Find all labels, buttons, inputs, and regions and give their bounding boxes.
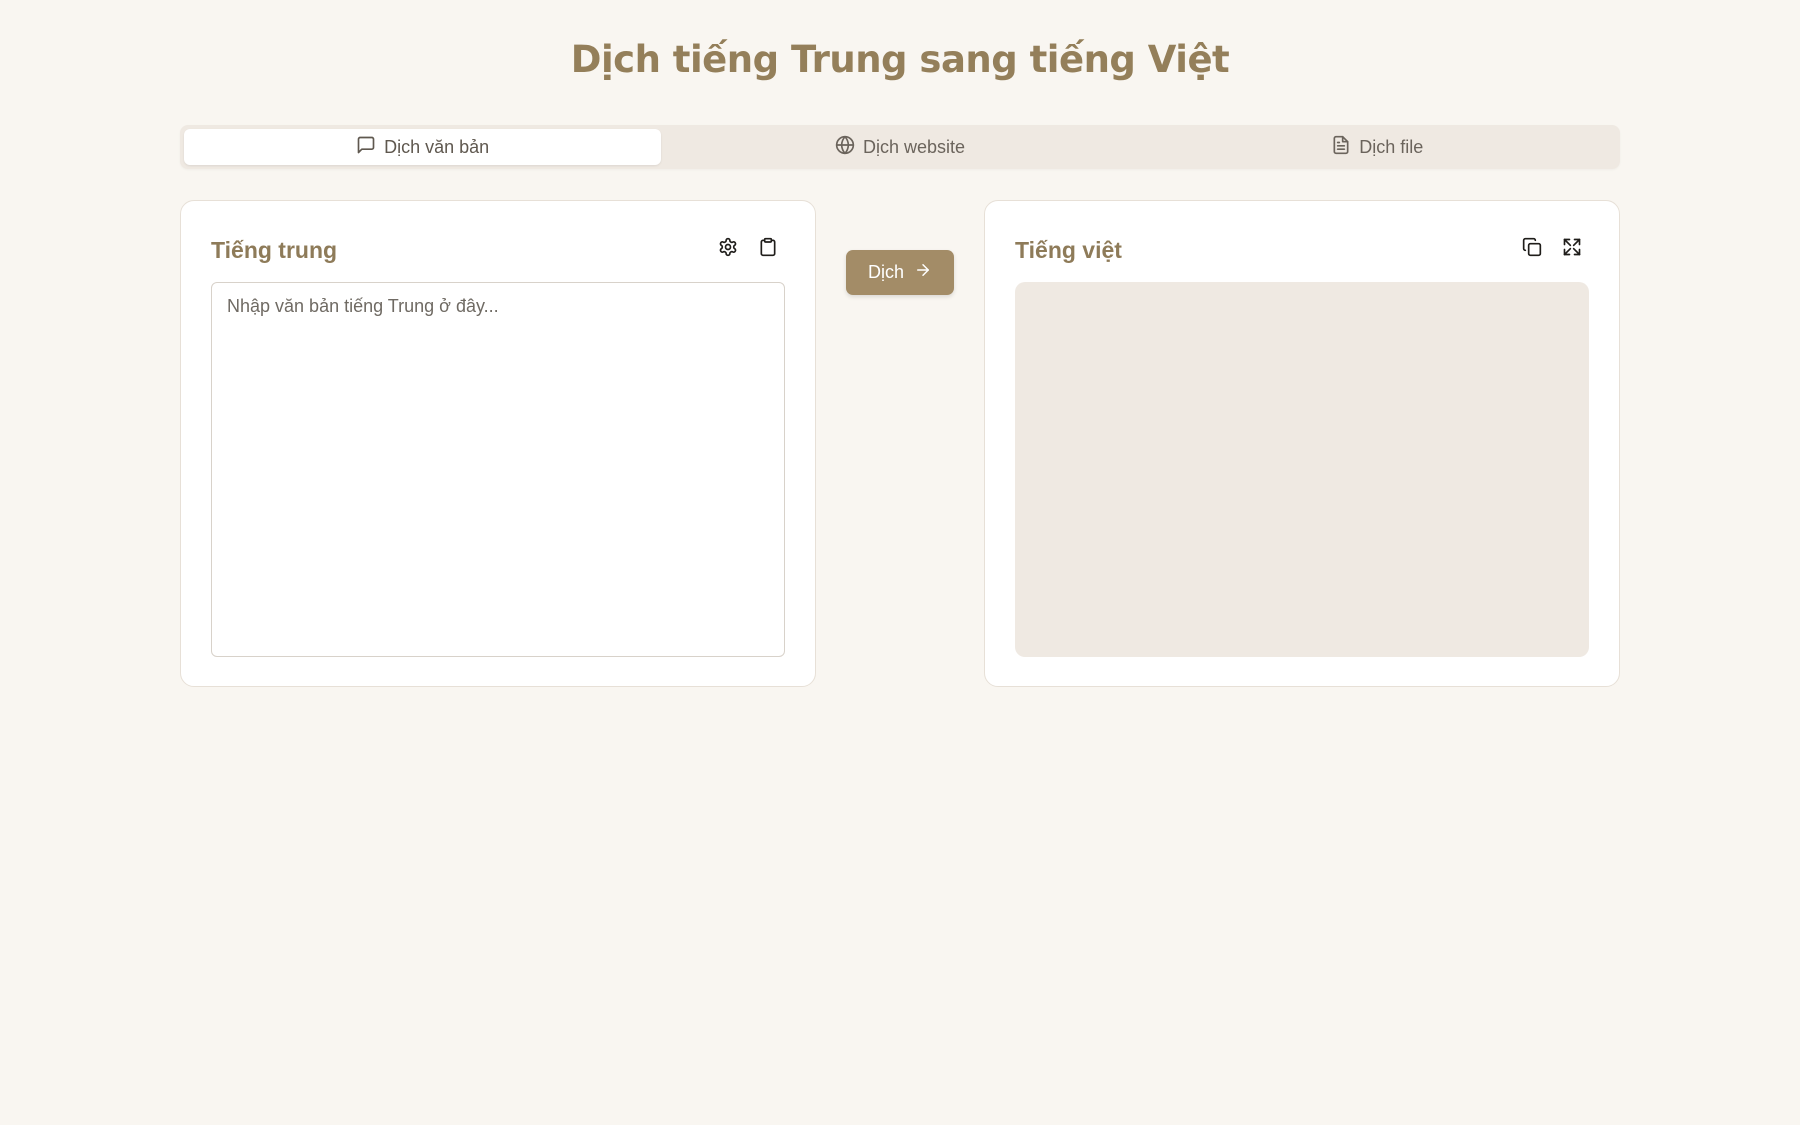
- tab-label: Dịch văn bản: [384, 136, 490, 157]
- settings-gear-icon: [718, 237, 738, 260]
- source-panel-title: Tiếng trung: [211, 237, 338, 263]
- paste-button[interactable]: [757, 237, 779, 259]
- copy-button[interactable]: [1521, 237, 1543, 259]
- page-title: Dịch tiếng Trung sang tiếng Việt: [570, 38, 1230, 81]
- translation-output: [1015, 282, 1589, 657]
- fullscreen-expand-icon: [1562, 237, 1582, 260]
- fullscreen-button[interactable]: [1561, 237, 1583, 259]
- tab-label: Dịch file: [1359, 136, 1424, 157]
- translate-button[interactable]: Dịch: [846, 250, 954, 295]
- tab-file-translate[interactable]: Dịch file: [1139, 129, 1616, 165]
- tab-website-translate[interactable]: Dịch website: [661, 129, 1138, 165]
- translate-button-label: Dịch: [867, 262, 904, 282]
- tab-label: Dịch website: [862, 136, 966, 157]
- target-panel-actions: [1521, 237, 1583, 259]
- copy-icon: [1522, 237, 1542, 260]
- target-panel-title: Tiếng việt: [1015, 237, 1122, 263]
- globe-icon: [835, 135, 855, 160]
- tab-text-translate[interactable]: Dịch văn bản: [184, 129, 662, 165]
- source-text-input[interactable]: [211, 282, 785, 657]
- source-panel-actions: [717, 237, 779, 259]
- source-panel: Tiếng trung: [180, 200, 816, 687]
- file-text-icon: [1331, 135, 1351, 160]
- settings-button[interactable]: [717, 237, 739, 259]
- message-square-icon: [356, 135, 376, 160]
- target-panel: Tiếng việt: [984, 200, 1620, 687]
- clipboard-paste-icon: [758, 237, 778, 260]
- arrow-right-icon: [914, 261, 932, 284]
- mode-tabs: Dịch văn bản Dịch website Dịch file: [180, 125, 1620, 169]
